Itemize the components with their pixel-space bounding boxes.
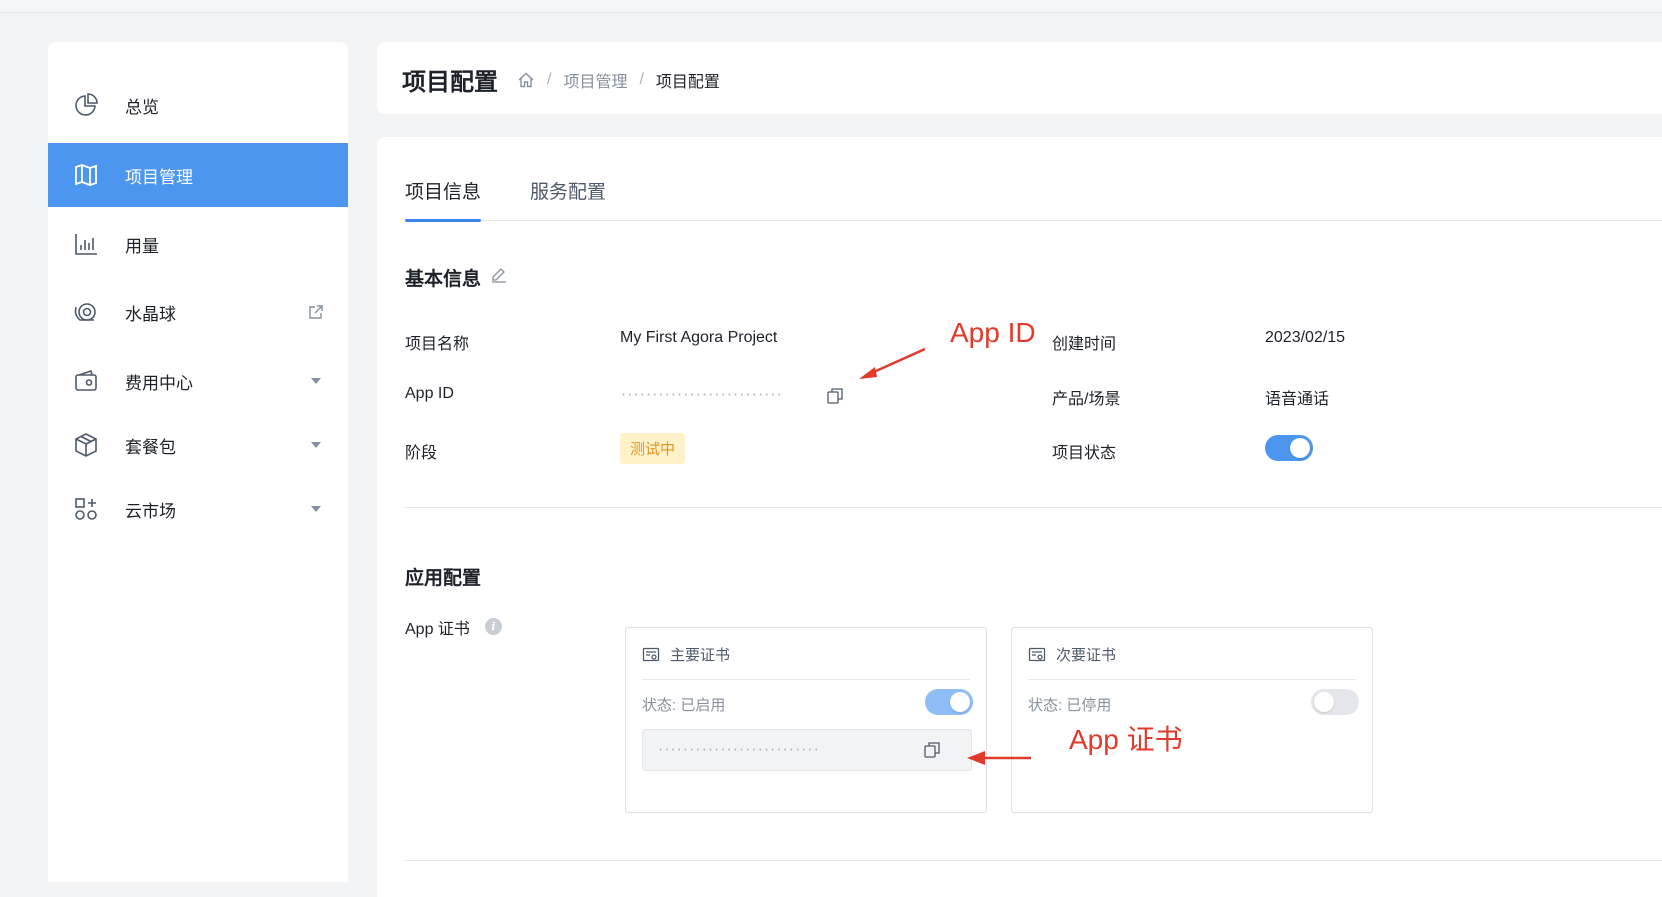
caret-down-icon xyxy=(308,373,324,389)
primary-cert-status: 状态: 已启用 xyxy=(642,697,726,714)
stage-badge: 测试中 xyxy=(620,433,686,464)
app-cert-label: App 证书 xyxy=(405,621,470,638)
copy-app-id-icon[interactable] xyxy=(826,387,844,405)
project-status-toggle[interactable] xyxy=(1265,435,1313,461)
app-id-value: ································ xyxy=(620,388,780,402)
basic-info-title: 基本信息 xyxy=(405,269,482,290)
breadcrumb-current: 项目配置 xyxy=(655,74,720,91)
secondary-cert-header: 次要证书 xyxy=(1028,644,1116,665)
toggle-knob xyxy=(1290,438,1310,458)
section-divider xyxy=(405,860,1662,861)
breadcrumb-separator: / xyxy=(639,71,644,88)
pie-chart-icon xyxy=(72,91,100,119)
primary-cert-secret-value: ································ xyxy=(657,743,817,757)
wallet-icon xyxy=(72,367,100,395)
annotation-arrow xyxy=(967,751,1031,765)
sidebar-item-package[interactable]: 套餐包 xyxy=(48,413,348,477)
created-time-label: 创建时间 xyxy=(1052,336,1117,353)
secondary-cert-title: 次要证书 xyxy=(1056,647,1117,664)
sidebar-item-label: 水晶球 xyxy=(125,304,176,324)
app-id-label: App ID xyxy=(405,385,454,402)
secondary-cert-card: 次要证书 状态: 已停用 xyxy=(1011,627,1373,813)
edit-icon[interactable] xyxy=(490,265,508,283)
created-time-value: 2023/02/15 xyxy=(1265,329,1346,346)
sidebar-item-label: 费用中心 xyxy=(125,373,193,393)
primary-cert-secret-field: ································ xyxy=(642,729,972,771)
page-header: 项目配置 / 项目管理 / 项目配置 xyxy=(377,42,1662,114)
crystal-ball-icon xyxy=(72,298,100,326)
app-config-title: 应用配置 xyxy=(405,568,482,589)
project-name-value: My First Agora Project xyxy=(620,329,778,346)
card-divider xyxy=(642,679,970,680)
toggle-knob xyxy=(1314,692,1334,712)
breadcrumb: / 项目管理 / 项目配置 xyxy=(517,68,720,92)
section-divider xyxy=(405,507,1662,508)
caret-down-icon xyxy=(308,437,324,453)
sidebar-item-marketplace[interactable]: 云市场 xyxy=(48,477,348,541)
product-scene-label: 产品/场景 xyxy=(1052,391,1121,408)
sidebar-item-billing[interactable]: 费用中心 xyxy=(48,349,348,413)
breadcrumb-project-management[interactable]: 项目管理 xyxy=(563,68,627,92)
primary-cert-toggle[interactable] xyxy=(925,689,973,715)
stage-label: 阶段 xyxy=(405,445,438,462)
project-status-label: 项目状态 xyxy=(1052,445,1117,462)
copy-cert-icon[interactable] xyxy=(923,741,941,759)
top-bar xyxy=(0,0,1662,13)
primary-cert-card: 主要证书 状态: 已启用 ···························… xyxy=(625,627,987,813)
marketplace-icon xyxy=(72,495,100,523)
sidebar-item-overview[interactable]: 总览 xyxy=(48,73,348,137)
main-panel: 项目信息 服务配置 基本信息 项目名称 My First Agora Proje… xyxy=(377,137,1662,897)
sidebar-item-label: 项目管理 xyxy=(125,167,193,187)
sidebar-item-usage[interactable]: 用量 xyxy=(48,212,348,276)
tab-service-config[interactable]: 服务配置 xyxy=(530,177,606,221)
home-icon[interactable] xyxy=(517,71,535,89)
sidebar-item-label: 用量 xyxy=(125,236,159,256)
product-scene-value: 语音通话 xyxy=(1265,391,1330,408)
certificate-icon xyxy=(1028,646,1046,664)
primary-cert-title: 主要证书 xyxy=(670,647,731,664)
tab-project-info[interactable]: 项目信息 xyxy=(405,177,481,222)
sidebar-item-project-management[interactable]: 项目管理 xyxy=(48,143,348,207)
primary-cert-header: 主要证书 xyxy=(642,644,730,665)
card-divider xyxy=(1028,679,1356,680)
toggle-knob xyxy=(950,692,970,712)
project-name-label: 项目名称 xyxy=(405,336,470,353)
caret-down-icon xyxy=(308,501,324,517)
annotation-app-id: App ID xyxy=(950,317,1036,348)
bar-chart-icon xyxy=(72,230,100,258)
sidebar-item-label: 云市场 xyxy=(125,501,176,521)
annotation-app-cert: App 证书 xyxy=(1069,724,1183,755)
secondary-cert-toggle[interactable] xyxy=(1311,689,1359,715)
info-icon[interactable]: i xyxy=(485,618,502,635)
package-icon xyxy=(72,431,100,459)
annotation-arrow xyxy=(859,347,926,379)
sidebar-item-crystal-ball[interactable]: 水晶球 xyxy=(48,280,348,344)
page-title: 项目配置 xyxy=(402,69,498,96)
tab-bar: 项目信息 服务配置 xyxy=(405,177,1662,222)
sidebar-item-label: 套餐包 xyxy=(125,437,176,457)
breadcrumb-separator: / xyxy=(547,71,552,88)
map-icon xyxy=(72,161,100,189)
external-link-icon[interactable] xyxy=(308,304,324,320)
sidebar: 总览 项目管理 用量 水晶球 费用中心 套餐包 云市场 xyxy=(48,42,348,882)
sidebar-item-label: 总览 xyxy=(125,97,159,117)
certificate-icon xyxy=(642,646,660,664)
secondary-cert-status: 状态: 已停用 xyxy=(1028,697,1112,714)
